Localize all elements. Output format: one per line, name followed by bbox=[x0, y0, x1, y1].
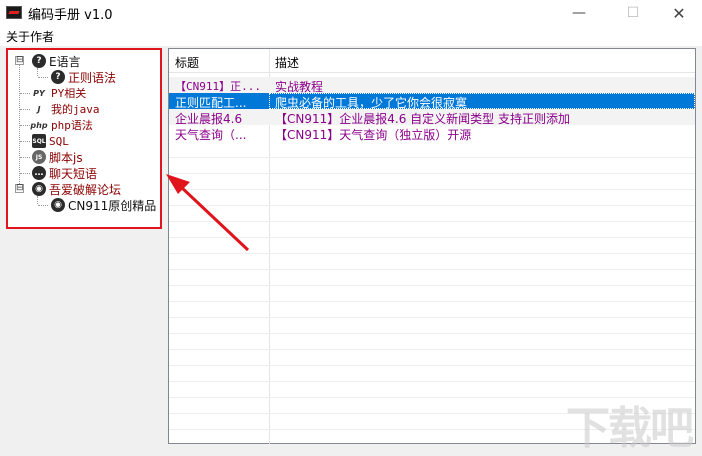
tree-item-52pojie[interactable]: ◉ 吾爱破解论坛 bbox=[32, 181, 121, 197]
js-icon: JS bbox=[32, 150, 46, 164]
grid-line bbox=[169, 253, 695, 254]
grid-line bbox=[169, 349, 695, 350]
close-button[interactable]: ✕ bbox=[656, 0, 702, 26]
grid-line bbox=[169, 317, 695, 318]
question-icon: ? bbox=[32, 54, 46, 68]
tree-connector bbox=[20, 173, 30, 174]
tree-item-label: 聊天短语 bbox=[49, 166, 98, 181]
tree-connector bbox=[37, 68, 38, 76]
app-icon bbox=[6, 6, 22, 19]
title-bar: 编码手册 v1.0 — ☐ ✕ bbox=[0, 0, 702, 26]
list-row-selected[interactable]: 正则匹配工... 爬虫必备的工具，少了它你会很寂寞 bbox=[169, 93, 695, 110]
tree-item-regex[interactable]: ? 正则语法 bbox=[51, 69, 116, 85]
tree-item-chat[interactable]: … 聊天短语 bbox=[32, 165, 97, 181]
tree-expander[interactable]: ⊟ bbox=[15, 184, 24, 193]
row-description: 【CN911】天气查询（独立版）开源 bbox=[275, 128, 472, 142]
grid-line bbox=[169, 157, 695, 158]
forum-icon: ◉ bbox=[51, 198, 65, 212]
menu-bar: 关于作者 bbox=[0, 26, 702, 46]
app-window: 编码手册 v1.0 — ☐ ✕ 关于作者 ⊟ ? E语言 ? 正则语法 PY P… bbox=[0, 0, 702, 454]
py-icon: PY bbox=[33, 88, 45, 98]
tree-item-label: 我的java bbox=[51, 103, 100, 116]
tree-item-label: E语言 bbox=[49, 54, 81, 69]
tree-item-py[interactable]: PY PY相关 bbox=[30, 85, 86, 101]
tree-connector bbox=[38, 77, 48, 78]
article-list[interactable]: 标题 描述 【CN911】正... 实战教程 正则匹配工... 爬虫必备的工具，… bbox=[168, 48, 696, 444]
tree-connector bbox=[20, 125, 30, 126]
sql-icon: SQL bbox=[32, 134, 46, 148]
tree-item-label: PY相关 bbox=[51, 87, 87, 100]
row-title: 天气查询（... bbox=[175, 128, 247, 142]
tree-expander[interactable]: ⊟ bbox=[15, 56, 24, 65]
grid-line bbox=[169, 381, 695, 382]
grid-line bbox=[169, 285, 695, 286]
tree-connector bbox=[20, 109, 30, 110]
tree-item-cn911[interactable]: ◉ CN911原创精品 bbox=[51, 197, 156, 213]
tree-item-label: 正则语法 bbox=[68, 70, 117, 85]
tree-item-sql[interactable]: SQL SQL bbox=[32, 133, 69, 149]
tree-item-label: SQL bbox=[49, 134, 69, 148]
row-title: 【CN911】正... bbox=[175, 80, 261, 93]
tree-connector bbox=[20, 93, 30, 94]
java-icon: J bbox=[37, 104, 41, 114]
tree-item-label: 脚本js bbox=[49, 150, 83, 165]
tree-item-js[interactable]: JS 脚本js bbox=[32, 149, 83, 165]
tree-item-label: CN911原创精品 bbox=[68, 198, 157, 213]
tree-item-label: 吾爱破解论坛 bbox=[49, 182, 122, 197]
tree-item-e-language[interactable]: ? E语言 bbox=[32, 53, 81, 69]
grid-line bbox=[169, 205, 695, 206]
grid-line bbox=[169, 173, 695, 174]
grid-line bbox=[169, 301, 695, 302]
tree-connector bbox=[37, 196, 38, 204]
chat-icon: … bbox=[32, 166, 46, 180]
list-row[interactable]: 天气查询（... 【CN911】天气查询（独立版）开源 bbox=[169, 125, 695, 142]
window-title: 编码手册 v1.0 bbox=[28, 8, 113, 23]
grid-line bbox=[169, 221, 695, 222]
minimize-button[interactable]: — bbox=[556, 0, 602, 26]
tree-item-label: php语法 bbox=[51, 119, 93, 132]
column-header-description[interactable]: 描述 bbox=[275, 54, 299, 71]
list-row[interactable]: 【CN911】正... 实战教程 bbox=[169, 77, 695, 94]
tree-connector bbox=[20, 157, 30, 158]
list-header: 标题 描述 bbox=[169, 49, 695, 73]
maximize-button[interactable]: ☐ bbox=[610, 0, 656, 26]
question-icon: ? bbox=[51, 70, 65, 84]
grid-line bbox=[169, 333, 695, 334]
category-tree[interactable]: ⊟ ? E语言 ? 正则语法 PY PY相关 J 我的java php php语… bbox=[6, 48, 162, 229]
grid-line bbox=[169, 269, 695, 270]
grid-line bbox=[169, 365, 695, 366]
menu-about-author[interactable]: 关于作者 bbox=[6, 28, 54, 45]
focus-rectangle bbox=[269, 93, 695, 109]
grid-line bbox=[169, 189, 695, 190]
php-icon: php bbox=[30, 120, 48, 130]
tree-connector bbox=[38, 205, 48, 206]
tree-item-php[interactable]: php php语法 bbox=[30, 117, 93, 133]
tree-item-java[interactable]: J 我的java bbox=[30, 101, 100, 117]
forum-icon: ◉ bbox=[32, 182, 46, 196]
column-header-title[interactable]: 标题 bbox=[175, 54, 199, 71]
watermark: 下载吧 bbox=[566, 403, 694, 454]
grid-line bbox=[169, 237, 695, 238]
tree-connector bbox=[20, 141, 30, 142]
list-row[interactable]: 企业晨报4.6 【CN911】企业晨报4.6 自定义新闻类型 支持正则添加 bbox=[169, 109, 695, 126]
